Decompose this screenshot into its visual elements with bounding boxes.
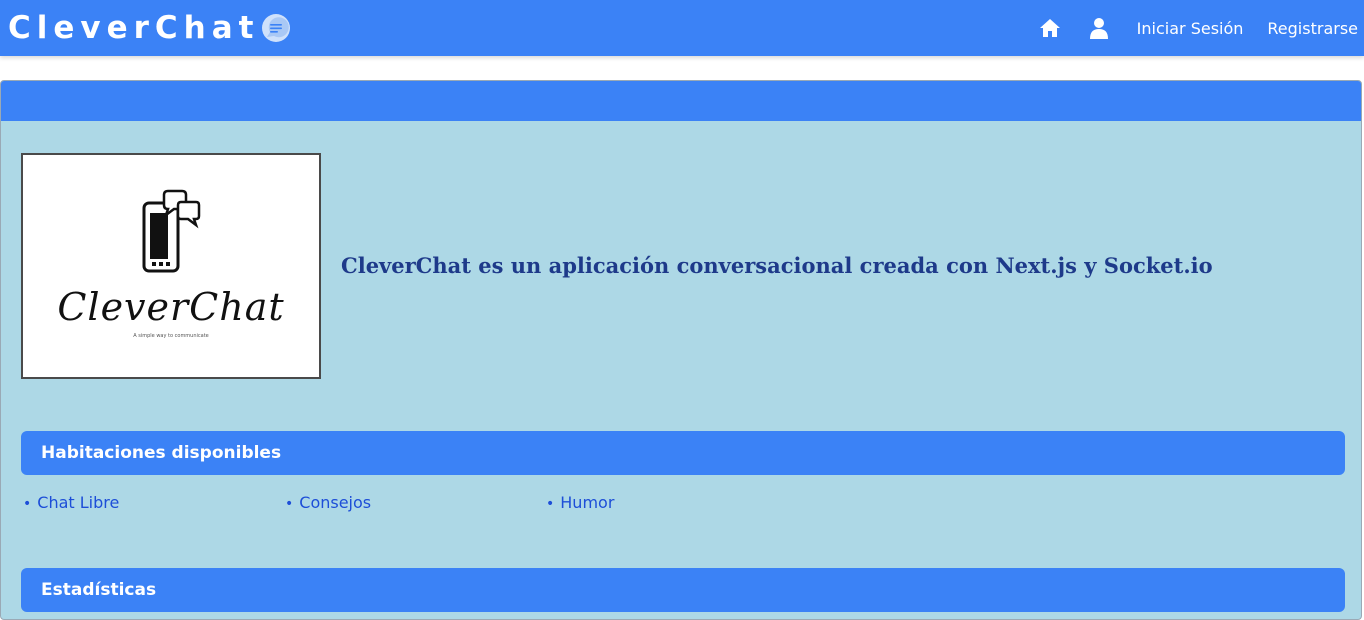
stats-section-title: Estadísticas	[41, 580, 157, 600]
logo-tagline: A simple way to communicate	[133, 333, 209, 339]
rooms-section-title: Habitaciones disponibles	[41, 443, 282, 463]
top-navbar: CleverChat Iniciar Sesión Registrarse	[0, 0, 1364, 56]
bullet-icon: •	[23, 496, 32, 512]
cleverchat-logo: CleverChat A simple way to communicate	[21, 153, 321, 379]
room-item-humor[interactable]: • Humor	[546, 493, 614, 512]
user-icon[interactable]	[1087, 16, 1111, 40]
room-item-consejos[interactable]: • Consejos	[285, 493, 371, 512]
phone-chat-icon	[142, 189, 201, 273]
bullet-icon: •	[546, 496, 555, 512]
room-item-label: Humor	[560, 493, 615, 512]
logo-text: CleverChat	[57, 285, 285, 329]
nav-menu: Iniciar Sesión Registrarse	[1038, 0, 1364, 56]
main-card: CleverChat A simple way to communicate C…	[0, 80, 1362, 620]
brand-link[interactable]: CleverChat	[8, 8, 291, 48]
home-icon[interactable]	[1038, 16, 1062, 40]
login-link[interactable]: Iniciar Sesión	[1137, 19, 1244, 38]
brand-name: CleverChat	[8, 10, 260, 46]
room-item-chat-libre[interactable]: • Chat Libre	[23, 493, 119, 512]
register-link[interactable]: Registrarse	[1267, 19, 1358, 38]
card-header	[1, 81, 1361, 121]
bullet-icon: •	[285, 496, 294, 512]
app-description: CleverChat es un aplicación conversacion…	[341, 253, 1213, 278]
stats-section-header: Estadísticas	[21, 568, 1345, 612]
room-item-label: Chat Libre	[37, 493, 120, 512]
rooms-section-header: Habitaciones disponibles	[21, 431, 1345, 475]
room-item-label: Consejos	[299, 493, 372, 512]
chat-bubble-icon	[261, 13, 291, 43]
